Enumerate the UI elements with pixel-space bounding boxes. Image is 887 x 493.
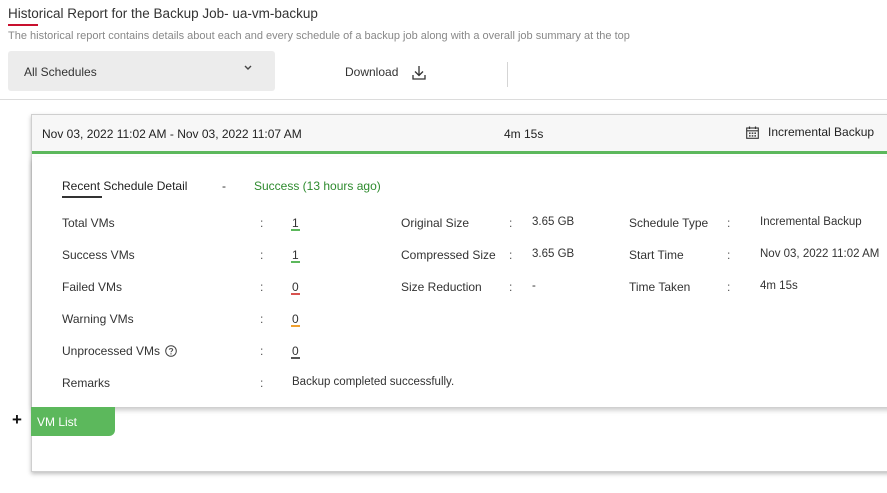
compressed-size-label: Compressed Size: [401, 248, 496, 262]
expand-plus-icon[interactable]: +: [12, 410, 22, 430]
page-title: Historical Report for the Backup Job- ua…: [8, 6, 318, 21]
compressed-size-colon: :: [509, 248, 513, 262]
total-vms-colon: :: [260, 216, 264, 230]
unprocessed-vms-label-group: Unprocessed VMs: [62, 344, 177, 358]
compressed-size-value: 3.65 GB: [532, 248, 575, 260]
schedule-type-detail-value: Incremental Backup: [760, 216, 862, 228]
warning-vms-label: Warning VMs: [62, 312, 134, 326]
schedule-type-colon: :: [727, 216, 731, 230]
original-size-colon: :: [509, 216, 513, 230]
time-taken-label: Time Taken: [629, 280, 691, 294]
original-size-value: 3.65 GB: [532, 216, 575, 228]
remarks-colon: :: [260, 376, 264, 390]
page-subtitle: The historical report contains details a…: [8, 30, 630, 42]
schedule-type-header: Incremental Backup: [746, 125, 874, 139]
warning-vms-link[interactable]: 0: [291, 313, 300, 327]
toolbar-divider: [507, 62, 508, 87]
success-vms-colon: :: [260, 248, 264, 262]
detail-separator: -: [222, 179, 226, 193]
chevron-down-icon: [244, 63, 252, 74]
toolbar: All Schedules Download: [0, 50, 887, 100]
success-vms-link[interactable]: 1: [291, 249, 300, 263]
schedule-card: Nov 03, 2022 11:02 AM - Nov 03, 2022 11:…: [31, 114, 887, 472]
download-label: Download: [345, 65, 399, 79]
success-vms-label: Success VMs: [62, 248, 135, 262]
failed-vms-colon: :: [260, 280, 264, 294]
status-badge: Success (13 hours ago): [254, 179, 381, 193]
unprocessed-vms-label: Unprocessed VMs: [62, 344, 161, 358]
size-reduction-label: Size Reduction: [401, 280, 482, 294]
schedule-type-label: Incremental Backup: [768, 125, 875, 139]
vm-list-button[interactable]: VM List: [31, 407, 115, 436]
schedule-time-range: Nov 03, 2022 11:02 AM - Nov 03, 2022 11:…: [42, 127, 302, 141]
total-vms-link[interactable]: 1: [291, 217, 300, 231]
calendar-icon: [746, 126, 759, 139]
size-reduction-colon: :: [509, 280, 513, 294]
failed-vms-label: Failed VMs: [62, 280, 123, 294]
download-icon: [412, 65, 427, 80]
schedule-select[interactable]: All Schedules: [8, 51, 275, 91]
size-reduction-value: -: [532, 280, 536, 292]
original-size-label: Original Size: [401, 216, 470, 230]
failed-vms-link[interactable]: 0: [291, 281, 300, 295]
schedule-type-detail-label: Schedule Type: [629, 216, 709, 230]
total-vms-label: Total VMs: [62, 216, 115, 230]
remarks-label: Remarks: [62, 376, 111, 390]
recent-schedule-detail-panel: Recent Schedule Detail - Success (13 hou…: [32, 157, 887, 407]
schedule-duration: 4m 15s: [504, 127, 544, 141]
time-taken-colon: :: [727, 280, 731, 294]
recent-schedule-detail-title: Recent Schedule Detail: [62, 179, 188, 193]
detail-title-underline: [62, 196, 102, 198]
start-time-colon: :: [727, 248, 731, 262]
download-button[interactable]: Download: [345, 62, 427, 82]
warning-vms-colon: :: [260, 312, 264, 326]
start-time-value: Nov 03, 2022 11:02 AM: [760, 248, 880, 260]
schedule-card-header[interactable]: Nov 03, 2022 11:02 AM - Nov 03, 2022 11:…: [32, 115, 887, 154]
schedule-select-value: All Schedules: [24, 65, 97, 79]
start-time-label: Start Time: [629, 248, 684, 262]
remarks-value: Backup completed successfully.: [292, 376, 455, 388]
title-accent-underline: [8, 24, 38, 26]
unprocessed-vms-link[interactable]: 0: [291, 345, 300, 359]
time-taken-value: 4m 15s: [760, 280, 798, 292]
unprocessed-vms-colon: :: [260, 344, 264, 358]
help-icon[interactable]: [165, 345, 177, 357]
